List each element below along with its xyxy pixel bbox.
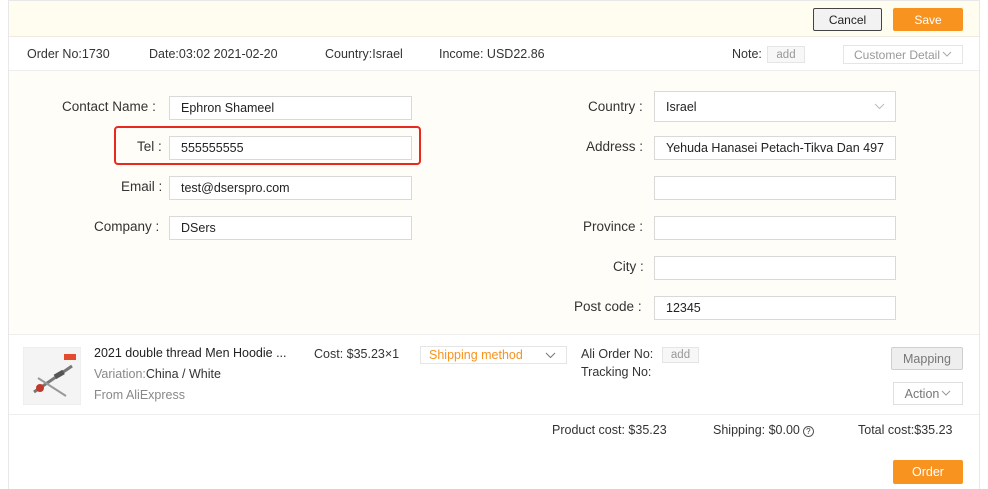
address-line2-field[interactable] xyxy=(654,176,896,200)
product-row: 2021 double thread Men Hoodie ... Variat… xyxy=(9,335,979,415)
customer-form: Contact Name : Ephron Shameel Tel : 5555… xyxy=(9,71,979,335)
order-country: Country:Israel xyxy=(325,47,403,61)
product-image xyxy=(24,348,80,404)
product-cost-total: Product cost: $35.23 xyxy=(552,423,667,437)
email-field[interactable]: test@dserspro.com xyxy=(169,176,412,200)
product-cost: Cost: $35.23×1 xyxy=(314,347,400,361)
chevron-down-icon xyxy=(942,51,952,57)
save-button[interactable]: Save xyxy=(893,8,963,31)
ali-order-label: Ali Order No: xyxy=(581,347,654,361)
ali-order-add-button[interactable]: add xyxy=(662,347,699,363)
chevron-down-icon xyxy=(545,352,556,359)
shipping-method-select[interactable]: Shipping method xyxy=(420,346,567,364)
company-label: Company : xyxy=(94,219,160,234)
contact-name-label: Contact Name : xyxy=(62,99,156,114)
action-dropdown[interactable]: Action xyxy=(893,382,963,405)
email-label: Email : xyxy=(121,179,163,194)
order-totals: Product cost: $35.23 Shipping: $0.00? To… xyxy=(9,415,979,489)
mapping-button[interactable]: Mapping xyxy=(891,347,963,370)
shipping-method-label: Shipping method xyxy=(429,348,523,362)
tel-field[interactable]: 555555555 xyxy=(169,136,412,160)
post-code-field[interactable]: 12345 xyxy=(654,296,896,320)
order-income: Income: USD22.86 xyxy=(439,47,545,61)
product-source: From AliExpress xyxy=(94,388,185,402)
contact-name-field[interactable]: Ephron Shameel xyxy=(169,96,412,120)
total-cost: Total cost:$35.23 xyxy=(858,423,953,437)
city-field[interactable] xyxy=(654,256,896,280)
product-variation: Variation:China / White xyxy=(94,367,221,381)
post-code-label: Post code : xyxy=(574,299,642,314)
customer-detail-label: Customer Detail xyxy=(853,47,941,62)
address-line1-field[interactable]: Yehuda Hanasei Petach-Tikva Dan 497 xyxy=(654,136,896,160)
action-label: Action xyxy=(904,386,940,401)
customer-detail-dropdown[interactable]: Customer Detail xyxy=(843,45,963,64)
province-field[interactable] xyxy=(654,216,896,240)
tracking-label: Tracking No: xyxy=(581,365,652,379)
tel-label: Tel : xyxy=(137,139,162,154)
help-icon[interactable]: ? xyxy=(802,426,814,437)
address-label: Address : xyxy=(586,139,644,154)
country-select[interactable]: Israel xyxy=(654,91,896,122)
order-button[interactable]: Order xyxy=(893,460,963,484)
shipping-total: Shipping: $0.00? xyxy=(713,423,814,437)
country-select-value: Israel xyxy=(666,99,697,114)
chevron-down-icon xyxy=(942,390,951,396)
province-label: Province : xyxy=(583,219,644,234)
order-number: Order No:1730 xyxy=(27,47,110,61)
note-add-button[interactable]: add xyxy=(767,46,805,63)
action-bar: Cancel Save xyxy=(9,1,979,37)
order-date: Date:03:02 2021-02-20 xyxy=(149,47,278,61)
country-label: Country : xyxy=(588,99,643,114)
product-thumbnail[interactable] xyxy=(23,347,81,405)
order-edit-panel: Cancel Save Order No:1730 Date:03:02 202… xyxy=(8,0,980,489)
product-title[interactable]: 2021 double thread Men Hoodie ... xyxy=(94,346,287,360)
cancel-button[interactable]: Cancel xyxy=(813,8,882,31)
note-label: Note: xyxy=(732,47,762,61)
company-field[interactable]: DSers xyxy=(169,216,412,240)
city-label: City : xyxy=(613,259,644,274)
order-info-row: Order No:1730 Date:03:02 2021-02-20 Coun… xyxy=(9,37,979,71)
chevron-down-icon xyxy=(874,103,885,110)
